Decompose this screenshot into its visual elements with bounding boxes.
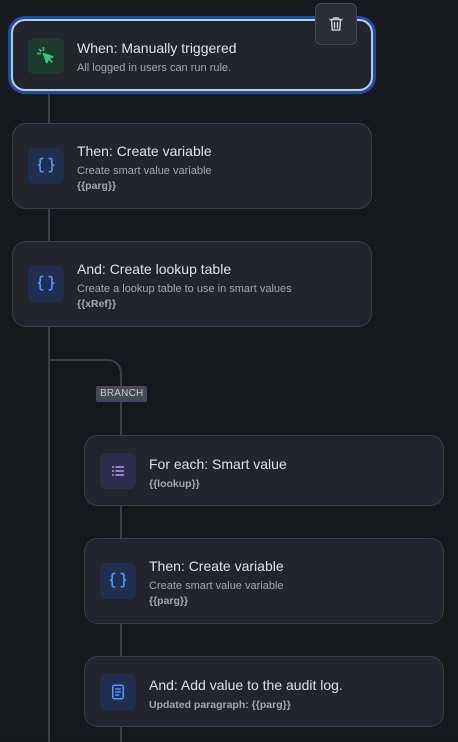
trigger-icon-box [28,38,64,74]
create-variable-card[interactable]: Then: Create variable Create smart value… [84,538,444,624]
step-smart-value: {{parg}} [149,595,189,607]
create-lookup-table-card[interactable]: And: Create lookup table Create a lookup… [12,241,372,327]
delete-button[interactable] [315,3,357,45]
cursor-click-icon [36,46,54,64]
connector-line [120,402,122,437]
step-icon-box [100,674,136,710]
step-icon-box [28,266,64,302]
branch-connector-curve [49,359,122,389]
branch-label: BRANCH [96,386,148,402]
step-icon-box [100,563,136,599]
trigger-description: All logged in users can run rule. [77,62,232,74]
connector-line [120,504,122,540]
braces-icon [109,572,127,588]
step-title: Then: Create variable [77,143,212,159]
connector-line [48,208,50,243]
braces-icon [37,157,55,173]
step-smart-value: Updated paragraph: {{parg}} [149,699,291,711]
step-title: Then: Create variable [149,558,284,574]
step-title: For each: Smart value [149,456,287,472]
step-smart-value: {{xRef}} [77,298,117,310]
braces-icon [37,275,55,291]
audit-log-card[interactable]: And: Add value to the audit log. Updated… [84,656,444,727]
rule-canvas: When: Manually triggered All logged in u… [0,0,458,742]
step-description: Create a lookup table to use in smart va… [77,283,292,295]
connector-line [48,90,50,125]
step-smart-value: {{lookup}} [149,478,200,490]
list-icon [111,466,125,476]
create-variable-card[interactable]: Then: Create variable Create smart value… [12,123,372,209]
document-icon [112,684,124,700]
trash-icon [329,17,343,31]
step-smart-value: {{parg}} [77,180,117,192]
step-description: Create smart value variable [149,580,284,592]
for-each-card[interactable]: For each: Smart value {{lookup}} [84,435,444,506]
step-title: And: Create lookup table [77,261,232,277]
step-icon-box [28,148,64,184]
step-icon-box [100,453,136,489]
step-title: And: Add value to the audit log. [149,677,343,693]
connector-line [120,622,122,658]
step-description: Create smart value variable [77,165,212,177]
